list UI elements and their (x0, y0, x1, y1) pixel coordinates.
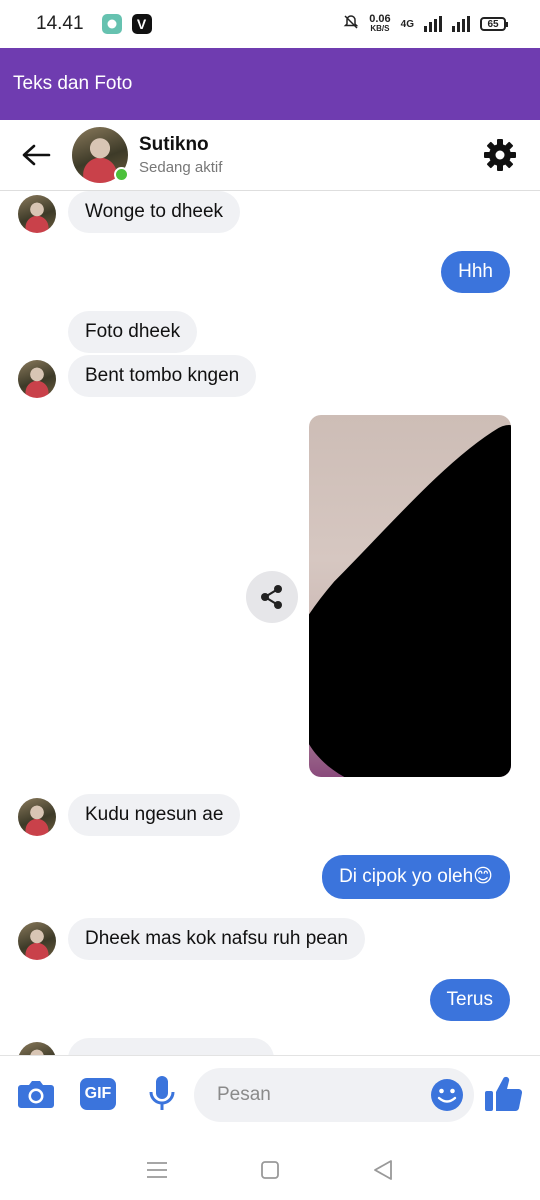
battery-icon: 65 (480, 17, 508, 31)
contact-name: Sutikno (139, 134, 209, 155)
app-bar-title: Teks dan Foto (13, 73, 133, 94)
camera-button[interactable] (14, 1072, 58, 1116)
message-bubble-incoming[interactable]: Bent tombo kngen (68, 355, 257, 397)
back-nav-icon[interactable] (372, 1159, 394, 1181)
gear-icon (484, 139, 516, 171)
redaction-scribble (309, 425, 511, 777)
network-speed: 0.06 KB/S (369, 13, 391, 34)
message-list[interactable]: Wonge to dheek Hhh Foto dheek Bent tombo… (0, 191, 540, 1055)
message-bubble-outgoing[interactable]: Hhh (441, 251, 510, 293)
settings-button[interactable] (460, 120, 540, 191)
chat-app-notification-icon (101, 14, 122, 34)
message-input-wrapper (194, 1068, 474, 1122)
system-nav-bar (0, 1140, 540, 1200)
message-bubble-incoming[interactable]: Kudu ngesun ae (68, 794, 241, 836)
sender-avatar[interactable] (18, 195, 56, 233)
contact-avatar[interactable] (72, 127, 129, 183)
online-indicator (114, 167, 129, 182)
contact-status: Sedang aktif (139, 159, 223, 176)
message-bubble-incoming-partial[interactable] (68, 1038, 274, 1055)
share-icon (261, 585, 282, 609)
message-bubble-incoming[interactable]: Dheek mas kok nafsu ruh pean (68, 918, 365, 960)
screen: 14.41 V 0.06 KB/S 4G 65 Teks dan Foto Su… (0, 0, 540, 1200)
menu-icon[interactable] (146, 1161, 168, 1179)
mute-bell-icon (343, 14, 359, 35)
message-bubble-incoming[interactable]: Foto dheek (68, 311, 198, 353)
gif-label: GIF (80, 1078, 116, 1110)
home-icon[interactable] (260, 1160, 280, 1180)
chat-header: Sutikno Sedang aktif (0, 120, 540, 191)
message-composer: GIF (0, 1055, 540, 1140)
status-time: 14.41 (36, 13, 84, 34)
status-indicators: 0.06 KB/S 4G 65 (343, 13, 508, 35)
contact-info[interactable]: Sutikno Sedang aktif (139, 134, 222, 176)
network-type: 4G (400, 18, 414, 30)
gif-button[interactable]: GIF (76, 1072, 120, 1116)
microphone-icon (149, 1076, 175, 1110)
voice-button[interactable] (140, 1072, 184, 1116)
back-button[interactable] (0, 120, 72, 191)
sender-avatar[interactable] (18, 1042, 56, 1055)
message-bubble-outgoing[interactable]: Di cipok yo oleh😊 (322, 855, 510, 899)
status-bar: 14.41 V 0.06 KB/S 4G 65 (0, 0, 540, 48)
emoji-icon[interactable] (430, 1078, 464, 1112)
sender-avatar[interactable] (18, 922, 56, 960)
like-button[interactable] (482, 1072, 526, 1116)
message-bubble-outgoing[interactable]: Terus (429, 979, 510, 1021)
message-bubble-incoming[interactable]: Wonge to dheek (68, 191, 241, 233)
signal-icon-2 (452, 16, 470, 32)
message-input[interactable] (217, 1084, 407, 1106)
sender-avatar[interactable] (18, 798, 56, 836)
app-bar: Teks dan Foto (0, 48, 540, 120)
sender-avatar[interactable] (18, 360, 56, 398)
signal-icon (424, 16, 442, 32)
thumbs-up-icon (485, 1076, 523, 1112)
share-button[interactable] (246, 571, 298, 623)
camera-icon (18, 1081, 54, 1108)
shared-photo[interactable] (309, 415, 511, 777)
arrow-left-icon (22, 144, 51, 166)
v-app-notification-icon: V (131, 14, 152, 34)
